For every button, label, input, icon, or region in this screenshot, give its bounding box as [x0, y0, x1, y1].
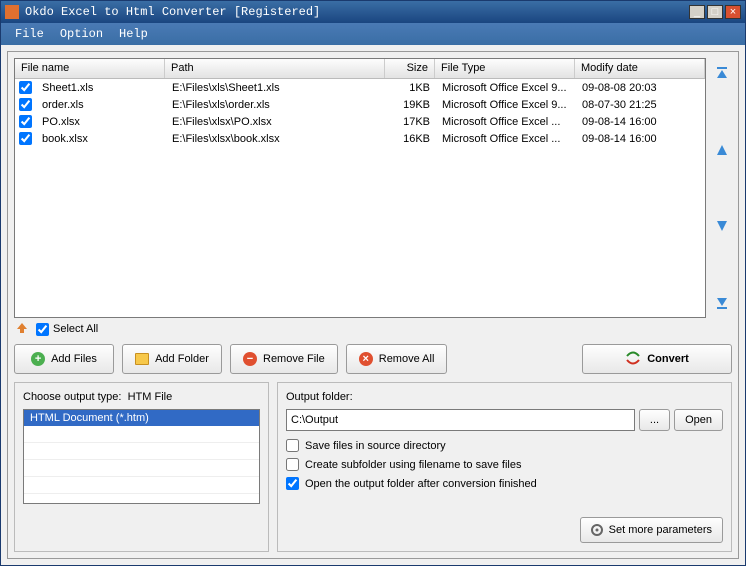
- open-after-label: Open the output folder after conversion …: [305, 478, 537, 490]
- browse-button[interactable]: ...: [639, 409, 670, 431]
- frame: File name Path Size File Type Modify dat…: [7, 51, 739, 559]
- plus-icon: +: [31, 352, 45, 366]
- output-type-option[interactable]: HTML Document (*.htm): [24, 410, 259, 426]
- opt-create-sub: Create subfolder using filename to save …: [286, 458, 723, 471]
- cell-path: E:\Files\xls\order.xls: [166, 98, 386, 112]
- move-top-button[interactable]: [713, 64, 731, 82]
- side-arrows: [706, 58, 732, 318]
- btn-label: Remove File: [263, 353, 325, 365]
- up-folder-icon[interactable]: [16, 322, 30, 336]
- set-more-label: Set more parameters: [609, 524, 712, 536]
- move-bottom-button[interactable]: [713, 294, 731, 312]
- add-folder-button[interactable]: Add Folder: [122, 344, 222, 374]
- col-date[interactable]: Modify date: [575, 59, 705, 78]
- table-row[interactable]: book.xlsx E:\Files\xlsx\book.xlsx 16KB M…: [15, 130, 705, 147]
- output-type-list[interactable]: HTML Document (*.htm): [23, 409, 260, 504]
- list-header: File name Path Size File Type Modify dat…: [15, 59, 705, 79]
- gear-icon: [591, 524, 603, 536]
- app-icon: [5, 5, 19, 19]
- col-filename[interactable]: File name: [15, 59, 165, 78]
- table-row[interactable]: Sheet1.xls E:\Files\xls\Sheet1.xls 1KB M…: [15, 79, 705, 96]
- cell-size: 1KB: [386, 81, 436, 95]
- file-list[interactable]: File name Path Size File Type Modify dat…: [14, 58, 706, 318]
- output-type-panel: Choose output type: HTM File HTML Docume…: [14, 382, 269, 552]
- output-folder-label: Output folder:: [286, 391, 723, 403]
- menu-option[interactable]: Option: [52, 25, 111, 43]
- opt-save-source: Save files in source directory: [286, 439, 723, 452]
- cell-name: PO.xlsx: [36, 115, 166, 129]
- btn-label: Remove All: [379, 353, 435, 365]
- col-path[interactable]: Path: [165, 59, 385, 78]
- cell-name: order.xls: [36, 98, 166, 112]
- col-type[interactable]: File Type: [435, 59, 575, 78]
- menu-help[interactable]: Help: [111, 25, 156, 43]
- open-button[interactable]: Open: [674, 409, 723, 431]
- cell-type: Microsoft Office Excel ...: [436, 132, 576, 146]
- cell-type: Microsoft Office Excel ...: [436, 115, 576, 129]
- cell-path: E:\Files\xlsx\book.xlsx: [166, 132, 386, 146]
- content: File name Path Size File Type Modify dat…: [1, 45, 745, 565]
- output-folder-row: ... Open: [286, 409, 723, 431]
- titlebar: Okdo Excel to Html Converter [Registered…: [1, 1, 745, 23]
- cell-name: Sheet1.xls: [36, 81, 166, 95]
- output-type-label: Choose output type: HTM File: [23, 391, 260, 403]
- window-title: Okdo Excel to Html Converter [Registered…: [25, 5, 687, 19]
- set-more-parameters-button[interactable]: Set more parameters: [580, 517, 723, 543]
- convert-icon: [625, 351, 641, 368]
- cell-path: E:\Files\xls\Sheet1.xls: [166, 81, 386, 95]
- main-window: Okdo Excel to Html Converter [Registered…: [0, 0, 746, 566]
- col-size[interactable]: Size: [385, 59, 435, 78]
- cell-path: E:\Files\xlsx\PO.xlsx: [166, 115, 386, 129]
- remove-file-button[interactable]: − Remove File: [230, 344, 338, 374]
- table-row[interactable]: PO.xlsx E:\Files\xlsx\PO.xlsx 17KB Micro…: [15, 113, 705, 130]
- cell-date: 09-08-08 20:03: [576, 81, 705, 95]
- btn-label: Add Folder: [155, 353, 209, 365]
- cell-date: 09-08-14 16:00: [576, 132, 705, 146]
- row-checkbox[interactable]: [19, 98, 32, 111]
- btn-label: Add Files: [51, 353, 97, 365]
- output-folder-panel: Output folder: ... Open Save files in so…: [277, 382, 732, 552]
- folder-icon: [135, 353, 149, 365]
- output-folder-input[interactable]: [286, 409, 635, 431]
- select-all-checkbox[interactable]: [36, 323, 49, 336]
- minimize-button[interactable]: _: [689, 5, 705, 19]
- move-up-button[interactable]: [713, 141, 731, 159]
- cell-date: 09-08-14 16:00: [576, 115, 705, 129]
- cell-size: 17KB: [386, 115, 436, 129]
- select-all-row: Select All: [14, 318, 732, 340]
- save-source-label: Save files in source directory: [305, 440, 446, 452]
- row-checkbox[interactable]: [19, 115, 32, 128]
- create-sub-checkbox[interactable]: [286, 458, 299, 471]
- remove-all-button[interactable]: × Remove All: [346, 344, 448, 374]
- select-all-label: Select All: [53, 323, 98, 335]
- open-after-checkbox[interactable]: [286, 477, 299, 490]
- opt-open-after: Open the output folder after conversion …: [286, 477, 723, 490]
- cell-name: book.xlsx: [36, 132, 166, 146]
- minus-icon: −: [243, 352, 257, 366]
- create-sub-label: Create subfolder using filename to save …: [305, 459, 521, 471]
- table-row[interactable]: order.xls E:\Files\xls\order.xls 19KB Mi…: [15, 96, 705, 113]
- cell-type: Microsoft Office Excel 9...: [436, 81, 576, 95]
- close-button[interactable]: ×: [725, 5, 741, 19]
- menubar: File Option Help: [1, 23, 745, 45]
- output-type-value: HTM File: [128, 391, 173, 403]
- row-checkbox[interactable]: [19, 81, 32, 94]
- btn-label: Convert: [647, 353, 689, 365]
- cell-date: 08-07-30 21:25: [576, 98, 705, 112]
- file-list-area: File name Path Size File Type Modify dat…: [14, 58, 732, 318]
- maximize-button[interactable]: □: [707, 5, 723, 19]
- move-down-button[interactable]: [713, 217, 731, 235]
- cell-type: Microsoft Office Excel 9...: [436, 98, 576, 112]
- cell-size: 16KB: [386, 132, 436, 146]
- menu-file[interactable]: File: [7, 25, 52, 43]
- add-files-button[interactable]: + Add Files: [14, 344, 114, 374]
- convert-button[interactable]: Convert: [582, 344, 732, 374]
- lower-panels: Choose output type: HTM File HTML Docume…: [14, 382, 732, 552]
- list-rows: Sheet1.xls E:\Files\xls\Sheet1.xls 1KB M…: [15, 79, 705, 147]
- row-checkbox[interactable]: [19, 132, 32, 145]
- cell-size: 19KB: [386, 98, 436, 112]
- save-source-checkbox[interactable]: [286, 439, 299, 452]
- button-row: + Add Files Add Folder − Remove File × R…: [14, 340, 732, 378]
- x-icon: ×: [359, 352, 373, 366]
